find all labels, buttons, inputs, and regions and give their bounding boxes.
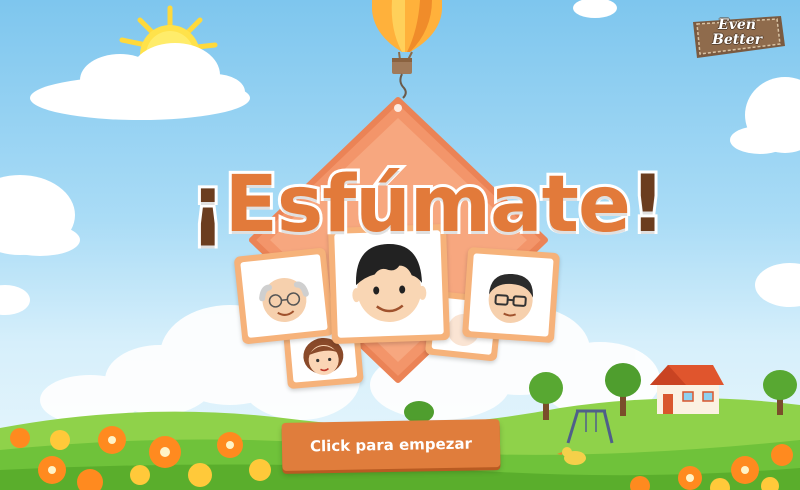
game-scene: ¡Esfúmate! Even Better Click para empeza… <box>0 0 800 490</box>
cloud-right <box>730 77 800 307</box>
cloud-top-left <box>30 43 250 120</box>
title-close-mark: ! <box>627 157 668 253</box>
game-title: ¡Esfúmate! <box>187 150 668 270</box>
title-text: Esfúmate <box>222 157 634 253</box>
brand-logo[interactable]: Even Better <box>689 16 785 58</box>
cloud-top-right <box>573 0 617 18</box>
start-button[interactable]: Click para empezar <box>281 419 501 471</box>
brand-line-2: Better <box>712 32 762 48</box>
brand-text: Even Better <box>689 18 785 48</box>
cloud-left <box>0 175 80 315</box>
hot-air-balloon-icon <box>372 0 442 99</box>
title-open-mark: ¡ <box>187 157 228 253</box>
brand-line-1: Even <box>718 17 756 33</box>
house-icon <box>650 365 724 414</box>
